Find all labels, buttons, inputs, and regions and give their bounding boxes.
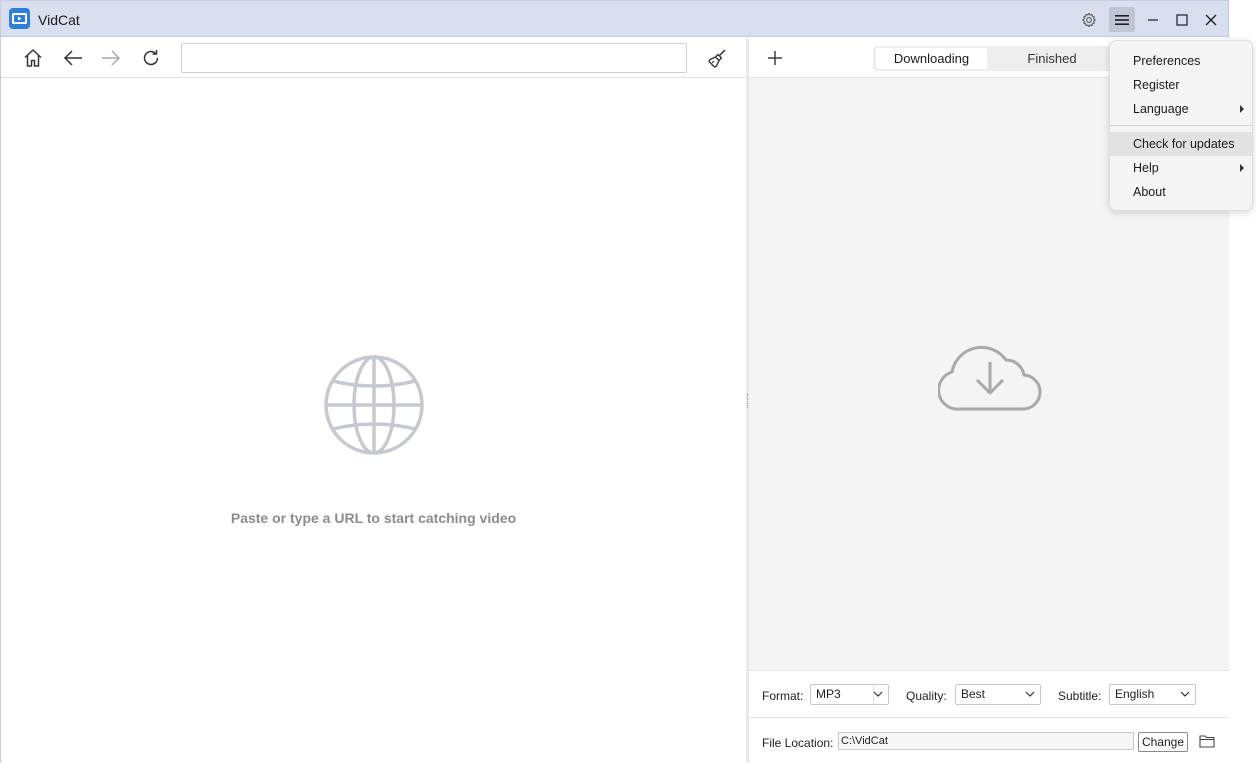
menu-item-about[interactable]: About (1110, 180, 1252, 204)
add-download-button[interactable] (763, 46, 787, 70)
menu-item-register[interactable]: Register (1110, 73, 1252, 97)
subtitle-value: English (1115, 687, 1155, 701)
format-label: Format: (762, 689, 804, 703)
file-location-bar: File Location: Change (749, 718, 1229, 763)
app-logo-icon (9, 8, 30, 29)
menu-item-label: Check for updates (1133, 137, 1235, 151)
arrow-left-icon (63, 50, 82, 66)
cloud-download-icon (938, 345, 1042, 411)
submenu-arrow-icon (1240, 105, 1244, 113)
home-icon (24, 49, 42, 67)
chevron-down-icon (1180, 691, 1190, 697)
submenu-arrow-icon (1240, 164, 1244, 172)
app-title: VidCat (38, 12, 80, 28)
main-menu-button[interactable] (1109, 7, 1135, 32)
arrow-right-icon (102, 50, 121, 66)
file-location-field[interactable] (838, 732, 1134, 750)
menu-item-label: Help (1133, 161, 1159, 175)
clear-browser-button[interactable] (704, 45, 730, 71)
tab-downloading[interactable]: Downloading (876, 48, 987, 69)
menu-item-label: Preferences (1133, 54, 1201, 68)
tab-finished[interactable]: Finished (997, 48, 1107, 69)
browser-empty-state: Paste or type a URL to start catching vi… (1, 78, 746, 763)
chevron-down-icon (873, 691, 883, 697)
quality-value: Best (961, 687, 986, 701)
splitter-grip[interactable] (747, 394, 748, 408)
globe-icon (324, 355, 424, 455)
refresh-button[interactable] (138, 45, 164, 71)
minimize-button[interactable] (1140, 7, 1166, 32)
menu-item-check-for-updates[interactable]: Check for updates (1110, 132, 1252, 156)
download-options-bar: Format: MP3 Quality: Best Subtitle: Engl… (749, 670, 1229, 718)
menu-item-label: About (1133, 185, 1166, 199)
menu-item-label: Register (1133, 78, 1180, 92)
browser-toolbar (1, 38, 746, 78)
maximize-button[interactable] (1169, 7, 1195, 32)
subtitle-label: Subtitle: (1058, 689, 1102, 703)
folder-icon (1199, 735, 1215, 748)
plus-icon (768, 51, 782, 65)
title-bar: VidCat (1, 1, 1228, 37)
chevron-down-icon (1025, 691, 1035, 697)
download-tabs: Downloading Finished (873, 46, 1113, 71)
browser-pane: Paste or type a URL to start catching vi… (1, 38, 746, 763)
broom-icon (708, 49, 726, 68)
close-button[interactable] (1198, 7, 1224, 32)
format-select[interactable]: MP3 (810, 684, 889, 705)
url-input[interactable] (181, 43, 687, 73)
app-window: VidCat Paste or type a URL to start catc… (0, 0, 1229, 763)
change-location-button[interactable]: Change (1138, 732, 1188, 752)
settings-button[interactable] (1076, 7, 1102, 32)
quality-select[interactable]: Best (955, 684, 1041, 705)
menu-item-help[interactable]: Help (1110, 156, 1252, 180)
quality-label: Quality: (906, 689, 947, 703)
hamburger-menu-icon (1115, 14, 1129, 25)
forward-button[interactable] (98, 45, 124, 71)
home-button[interactable] (20, 45, 46, 71)
menu-separator (1110, 125, 1252, 126)
subtitle-select[interactable]: English (1109, 684, 1196, 705)
refresh-icon (143, 50, 159, 66)
menu-item-preferences[interactable]: Preferences (1110, 49, 1252, 73)
format-value: MP3 (816, 687, 841, 701)
menu-item-label: Language (1133, 102, 1189, 116)
open-folder-button[interactable] (1198, 732, 1216, 750)
back-button[interactable] (60, 45, 86, 71)
maximize-icon (1176, 13, 1188, 26)
empty-browser-message: Paste or type a URL to start catching vi… (230, 510, 517, 526)
main-menu: Preferences Register Language Check for … (1109, 40, 1253, 211)
close-icon (1205, 14, 1217, 25)
minimize-icon (1148, 18, 1158, 21)
gear-icon (1082, 12, 1096, 27)
file-location-label: File Location: (762, 736, 834, 750)
menu-item-language[interactable]: Language (1110, 97, 1252, 121)
